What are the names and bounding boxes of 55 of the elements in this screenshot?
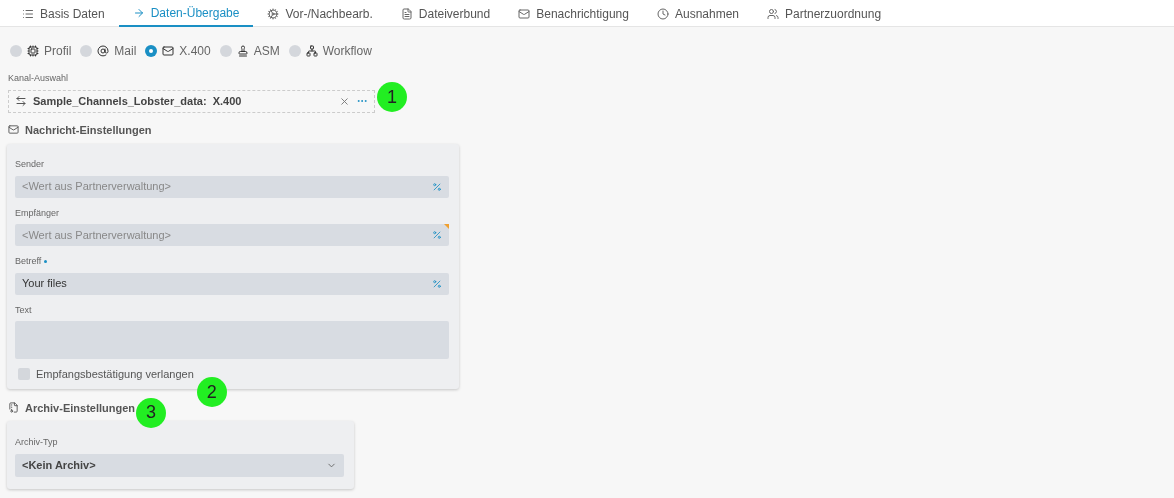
people-icon — [767, 7, 779, 20]
envelope-icon — [162, 45, 175, 57]
callout-marker: 2 — [196, 377, 227, 408]
archive-type-dropdown[interactable]: <Kein Archiv> — [15, 453, 344, 477]
input-field[interactable]: Your files — [15, 272, 449, 295]
tab[interactable]: Ausnahmen — [642, 0, 753, 27]
callout-marker: 3 — [136, 397, 166, 428]
envelope-icon — [8, 124, 19, 136]
field-label: Kanal-Auswahl — [8, 72, 70, 85]
percent-icon[interactable] — [432, 278, 442, 289]
tab[interactable]: Dateiverbund — [386, 0, 505, 27]
chip-icon — [27, 45, 39, 57]
field-label: Sender — [15, 158, 45, 171]
field-placeholder: <Wert aus Partnerverwaltung> — [22, 179, 172, 195]
tab[interactable]: Vor-/Nachbearb. — [253, 0, 387, 27]
tab[interactable]: Partnerzuordnung — [753, 0, 896, 27]
tab[interactable]: Benachrichtigung — [504, 0, 643, 27]
radio-label: X.400 — [179, 43, 211, 60]
tab[interactable]: Daten-Übergabe — [118, 0, 254, 27]
percent-icon[interactable] — [432, 230, 442, 240]
section-title: Nachricht-Einstellungen — [25, 122, 152, 138]
radio-label: Profil — [44, 43, 72, 60]
stamp-icon — [236, 45, 249, 57]
field-label: Empfänger — [15, 206, 60, 220]
arrow-right-icon — [132, 6, 145, 19]
field-label: Betreff — [15, 255, 42, 268]
network-icon — [305, 45, 318, 57]
swap-icon — [15, 95, 27, 107]
radio-button[interactable] — [10, 45, 22, 57]
field-label: Archiv-Typ — [15, 436, 59, 449]
at-sign-icon — [97, 45, 110, 57]
field-value: Your files — [22, 276, 68, 292]
callout-marker: 1 — [377, 82, 407, 112]
percent-icon[interactable] — [432, 181, 442, 192]
dropdown-value: <Kein Archiv> — [22, 457, 97, 473]
field-placeholder: <Wert aus Partnerverwaltung> — [22, 227, 172, 243]
tab[interactable]: Basis Daten — [8, 0, 119, 27]
list-icon — [22, 7, 34, 20]
section-title: Archiv-Einstellungen — [25, 400, 136, 416]
radio-label: Mail — [114, 43, 137, 60]
checkbox-label: Empfangsbestätigung verlangen — [36, 367, 194, 382]
field-label: Text — [15, 303, 32, 317]
close-icon[interactable] — [339, 95, 350, 107]
radio-label: ASM — [253, 43, 280, 60]
gears-icon — [267, 7, 280, 20]
clock-icon — [656, 7, 669, 20]
radio-button[interactable] — [145, 45, 158, 57]
radio-button[interactable] — [219, 45, 232, 57]
radio-button[interactable] — [288, 45, 301, 57]
channel-select-field[interactable]: Sample_Channels_Lobster_data: X.400 — [8, 89, 375, 113]
envelope-icon — [518, 7, 531, 20]
radio-label: Workflow — [322, 43, 372, 60]
radio-button[interactable] — [80, 45, 93, 57]
channel-value: Sample_Channels_Lobster_data: X.400 — [33, 93, 243, 109]
checkbox[interactable] — [18, 368, 30, 381]
